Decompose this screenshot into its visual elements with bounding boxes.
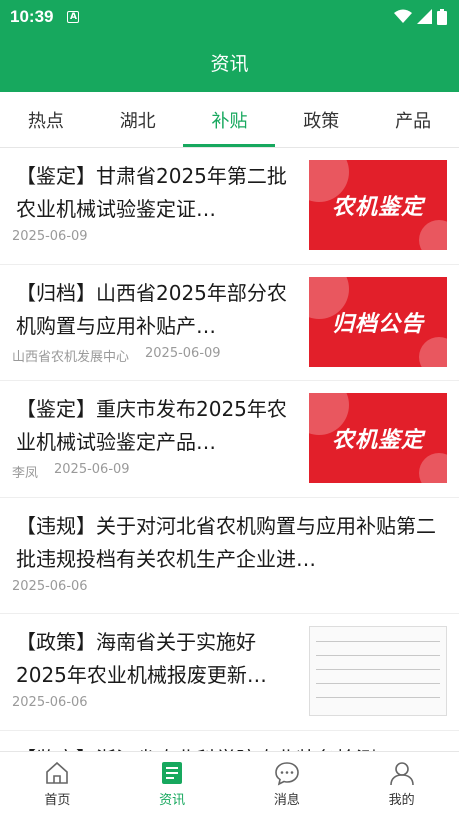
tab-policy[interactable]: 政策 (275, 92, 367, 147)
document-thumbnail (309, 626, 447, 716)
status-time: 10:39 (10, 6, 54, 26)
article-thumbnail: 农机鉴定 (309, 393, 447, 483)
article-title: 【政策】海南省关于实施好2025年农业机械报废更新… (16, 630, 267, 687)
tab-products[interactable]: 产品 (367, 92, 459, 147)
list-item[interactable]: 【鉴定】重庆市发布2025年农业机械试验鉴定产品… 李凤 2025-06-09 … (0, 381, 459, 498)
nav-label: 消息 (273, 793, 300, 808)
article-source: 山西省农机发展中心 (12, 349, 130, 365)
signal-icon (417, 9, 432, 24)
tab-hubei[interactable]: 湖北 (92, 92, 184, 147)
article-date: 2025-06-09 (145, 345, 221, 361)
list-item[interactable]: 【归档】山西省2025年部分农机购置与应用补贴产… 山西省农机发展中心 2025… (0, 265, 459, 381)
article-title: 【监定】浙江省农业科学院农业装备检测… (12, 743, 447, 752)
article-date: 2025-06-06 (12, 578, 88, 594)
profile-icon (389, 762, 414, 786)
page-title: 资讯 (0, 33, 459, 92)
nav-label: 首页 (44, 793, 71, 808)
nav-messages[interactable]: 消息 (230, 752, 345, 816)
article-thumbnail: 农机鉴定 (309, 160, 447, 250)
list-item[interactable]: 【鉴定】甘肃省2025年第二批农业机械试验鉴定证… 2025-06-09 农机鉴… (0, 148, 459, 265)
category-tabs: 热点 湖北 补贴 政策 产品 (0, 92, 459, 148)
tab-hot[interactable]: 热点 (0, 92, 92, 147)
article-title: 【鉴定】重庆市发布2025年农业机械试验鉴定产品… (16, 397, 287, 454)
thumbnail-text: 归档公告 (331, 311, 424, 337)
wifi-icon (394, 9, 412, 23)
nav-profile[interactable]: 我的 (344, 752, 459, 816)
battery-icon (437, 8, 447, 25)
tab-subsidy[interactable]: 补贴 (184, 92, 276, 147)
message-icon (275, 762, 299, 786)
article-thumbnail: 归档公告 (309, 276, 447, 367)
list-item[interactable]: 【政策】海南省关于实施好2025年农业机械报废更新… 2025-06-06 (0, 614, 459, 731)
article-date: 2025-06-09 (54, 462, 130, 477)
bottom-nav: 首页 资讯 消息 我的 (0, 751, 459, 816)
article-source: 李凤 (12, 466, 39, 481)
thumbnail-text: 农机鉴定 (331, 428, 424, 453)
list-item[interactable]: 【违规】关于对河北省农机购置与应用补贴第二批违规投档有关农机生产企业进… 202… (0, 498, 459, 614)
nav-label: 资讯 (159, 793, 186, 808)
article-date: 2025-06-09 (12, 229, 88, 244)
notification-a-icon: A (67, 10, 80, 23)
news-icon (162, 762, 183, 784)
article-title: 【归档】山西省2025年部分农机购置与应用补贴产… (16, 280, 287, 338)
home-icon (46, 761, 69, 784)
nav-news[interactable]: 资讯 (115, 752, 230, 816)
article-date: 2025-06-06 (12, 695, 88, 710)
article-feed[interactable]: 【鉴定】甘肃省2025年第二批农业机械试验鉴定证… 2025-06-09 农机鉴… (0, 148, 459, 751)
status-bar: 10:39 A (0, 0, 459, 33)
article-title: 【鉴定】甘肃省2025年第二批农业机械试验鉴定证… (16, 164, 287, 221)
nav-home[interactable]: 首页 (0, 752, 115, 816)
nav-label: 我的 (388, 793, 415, 808)
thumbnail-text: 农机鉴定 (331, 195, 424, 220)
list-item[interactable]: 【监定】浙江省农业科学院农业装备检测… (0, 731, 459, 752)
article-title: 【违规】关于对河北省农机购置与应用补贴第二批违规投档有关农机生产企业进… (16, 513, 436, 571)
